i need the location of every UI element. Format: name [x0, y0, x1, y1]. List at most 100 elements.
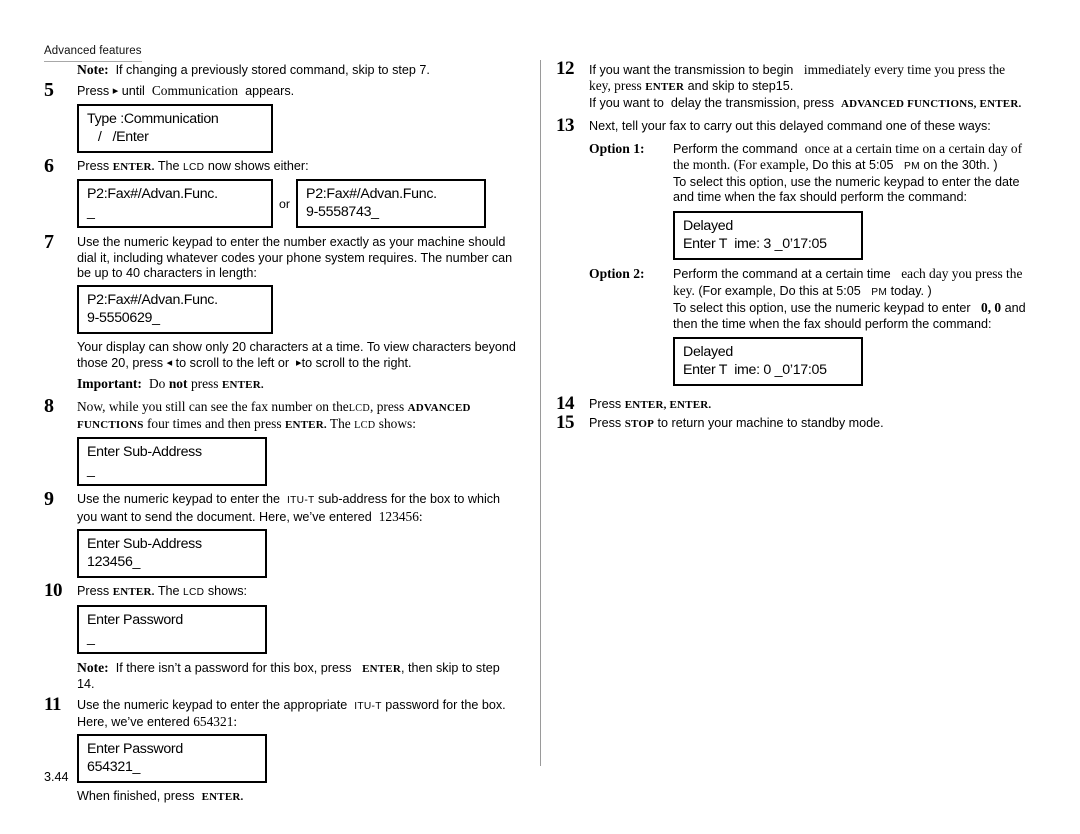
lcd-line-1: Delayed	[683, 218, 733, 234]
scroll-note-part-c: to scroll to the right.	[301, 355, 412, 370]
step-9-text: Use the numeric keypad to enter the ITU-…	[77, 492, 520, 525]
step-7-number: 7	[44, 231, 54, 254]
option-1-example-end: on the 30th.	[923, 158, 990, 173]
right-arrow-icon: ▸	[112, 85, 119, 98]
step-15-text-a: Press	[589, 415, 622, 430]
lcd-line-2: _	[87, 462, 95, 479]
step-13-number: 13	[556, 115, 575, 137]
step-7: 7 Use the numeric keypad to enter the nu…	[44, 231, 520, 281]
scroll-note-line-1: Your display can show only 20 characters…	[77, 340, 516, 355]
lcd-line-1: Enter Sub-Address	[87, 536, 202, 553]
step-8-text-c: four times and then press	[146, 416, 282, 432]
step-13-text: Next, tell your fax to carry out this de…	[589, 119, 991, 134]
lcd-display-type-communication: Type :Communication / /Enter	[77, 103, 273, 153]
step-6-text-b: The	[157, 158, 180, 173]
itu-t-label: ITU-T	[287, 495, 315, 507]
lcd-step-7-wrap: P2:Fax#/Advan.Func. 9-5550629_	[77, 285, 520, 335]
option-1-paren: )	[993, 158, 998, 173]
step-10-text-c: shows:	[207, 584, 248, 599]
step-11-text-a: Use the numeric keypad to enter the appr…	[77, 697, 348, 712]
right-column: 12 If you want the transmission to begin…	[556, 58, 1026, 434]
lcd-display-delayed-date-time: Delayed Enter T ime: 3 _0’17:05	[673, 211, 863, 260]
key-stop: STOP	[624, 417, 655, 430]
step-15-text-b: to return your machine to standby mode.	[657, 415, 884, 430]
lcd-step-5-wrap: Type :Communication / /Enter	[77, 103, 520, 153]
step-12: 12 If you want the transmission to begin…	[556, 58, 1026, 112]
option-1-body: Perform the command once at a certain ti…	[673, 141, 1026, 206]
step-6: 6 Press ENTER. The LCD now shows either:	[44, 154, 520, 177]
lcd-word: LCD	[183, 587, 205, 599]
lcd-word: LCD	[348, 402, 370, 414]
left-arrow-icon: ◂	[166, 356, 173, 369]
lcd-line-2: 9-5550629_	[87, 310, 160, 327]
option-1-line-3: To select this option, use the numeric k…	[673, 174, 1020, 205]
step-10-text-b: The	[157, 584, 180, 599]
step-9-text-a: Use the numeric keypad to enter the	[77, 492, 281, 507]
lcd-line-2: 123456_	[87, 554, 141, 571]
page-number: 3.44	[44, 770, 69, 784]
option-2-label: Option 2:	[589, 266, 645, 281]
lcd-step-10-wrap: Enter Password _	[77, 604, 520, 654]
important-note: Important: Do not press ENTER.	[77, 376, 520, 393]
lcd-option-1-wrap: Delayed Enter T ime: 3 _0’17:05	[673, 211, 863, 260]
step-15-text: Press STOP to return your machine to sta…	[589, 416, 1026, 432]
key-enter: ENTER.	[112, 586, 155, 599]
finish-note-text: When finished, press	[77, 789, 195, 804]
step-8: 8 Now, while you still can see the fax n…	[44, 394, 520, 434]
lcd-line-1: Enter Password	[87, 741, 183, 758]
lcd-line-2: Enter T ime: 0 _0’17:05	[683, 362, 827, 379]
itu-t-label: ITU-T	[354, 700, 382, 712]
step-5-emphasis: Communication	[151, 83, 239, 99]
step-8-text-b: , press	[370, 398, 405, 414]
step-9-value: 123456:	[378, 508, 423, 524]
lcd-line-1: Enter Password	[87, 611, 183, 628]
lcd-display-fax-entered: P2:Fax#/Advan.Func. 9-5550629_	[77, 285, 273, 335]
important-text-b: press	[190, 376, 219, 392]
step-5-text-after: appears.	[245, 84, 295, 99]
step-5-text-before: Press	[77, 84, 110, 99]
step-9: 9 Use the numeric keypad to enter the IT…	[44, 489, 520, 525]
step-8-text-d: The	[329, 416, 351, 432]
option-2-paren: )	[927, 283, 932, 298]
step-5-number: 5	[44, 79, 54, 102]
left-column: Note: If changing a previously stored co…	[44, 62, 520, 806]
step-12-number: 12	[556, 58, 575, 79]
step-8-text-e: shows:	[378, 416, 416, 432]
step-12-line-1-a: If you want the transmission to begin	[589, 63, 794, 77]
step-6-text-a: Press	[77, 158, 110, 173]
pm-label: PM	[903, 161, 920, 173]
key-enter: ENTER.	[201, 791, 244, 804]
step-6-number: 6	[44, 154, 54, 177]
column-divider	[540, 60, 542, 766]
step-5: 5 Press ▸ until Communication appears.	[44, 79, 520, 102]
option-2-body: Perform the command at a certain time ea…	[673, 266, 1026, 332]
step-11-text: Use the numeric keypad to enter the appr…	[77, 698, 520, 731]
note-label: Note:	[77, 62, 109, 77]
step-15: 15 Press STOP to return your machine to …	[556, 412, 1026, 432]
lcd-display-enter-password-empty: Enter Password _	[77, 604, 267, 654]
key-enter-enter: ENTER, ENTER.	[624, 399, 712, 412]
step-8-text-a: Now, while you still can see the fax num…	[77, 398, 349, 414]
key-enter: ENTER.	[284, 419, 327, 432]
option-2-line-1-a: Perform the command at a certain time	[673, 267, 891, 281]
lcd-line-2: 9-5558743_	[306, 204, 379, 221]
step-13: 13 Next, tell your fax to carry out this…	[556, 115, 1026, 137]
key-enter: ENTER.	[221, 379, 264, 392]
step-12-line-2-a: If you want to	[589, 95, 664, 110]
lcd-line-2: _	[87, 629, 95, 646]
lcd-line-2: Enter T ime: 3 _0’17:05	[683, 236, 827, 252]
lcd-line-1: Enter Sub-Address	[87, 444, 202, 461]
important-label: Important:	[77, 376, 142, 392]
option-1-line-1-a: Perform the command	[673, 141, 798, 156]
step-8-number: 8	[44, 394, 54, 417]
scroll-note-part-b: to scroll to the left or	[175, 355, 290, 370]
option-1-example: Do this at 5:05	[812, 158, 894, 173]
step-11: 11 Use the numeric keypad to enter the a…	[44, 694, 520, 731]
key-enter: ENTER.	[112, 160, 155, 173]
manual-page: Advanced features Note: If changing a pr…	[0, 0, 1080, 834]
step-10-text: Press ENTER. The LCD shows:	[77, 584, 520, 600]
lcd-line-1: P2:Fax#/Advan.Func.	[87, 186, 218, 203]
step-14-text: Press ENTER, ENTER.	[589, 397, 1026, 413]
or-label: or	[279, 196, 291, 211]
note-text: If changing a previously stored command,…	[115, 63, 430, 77]
